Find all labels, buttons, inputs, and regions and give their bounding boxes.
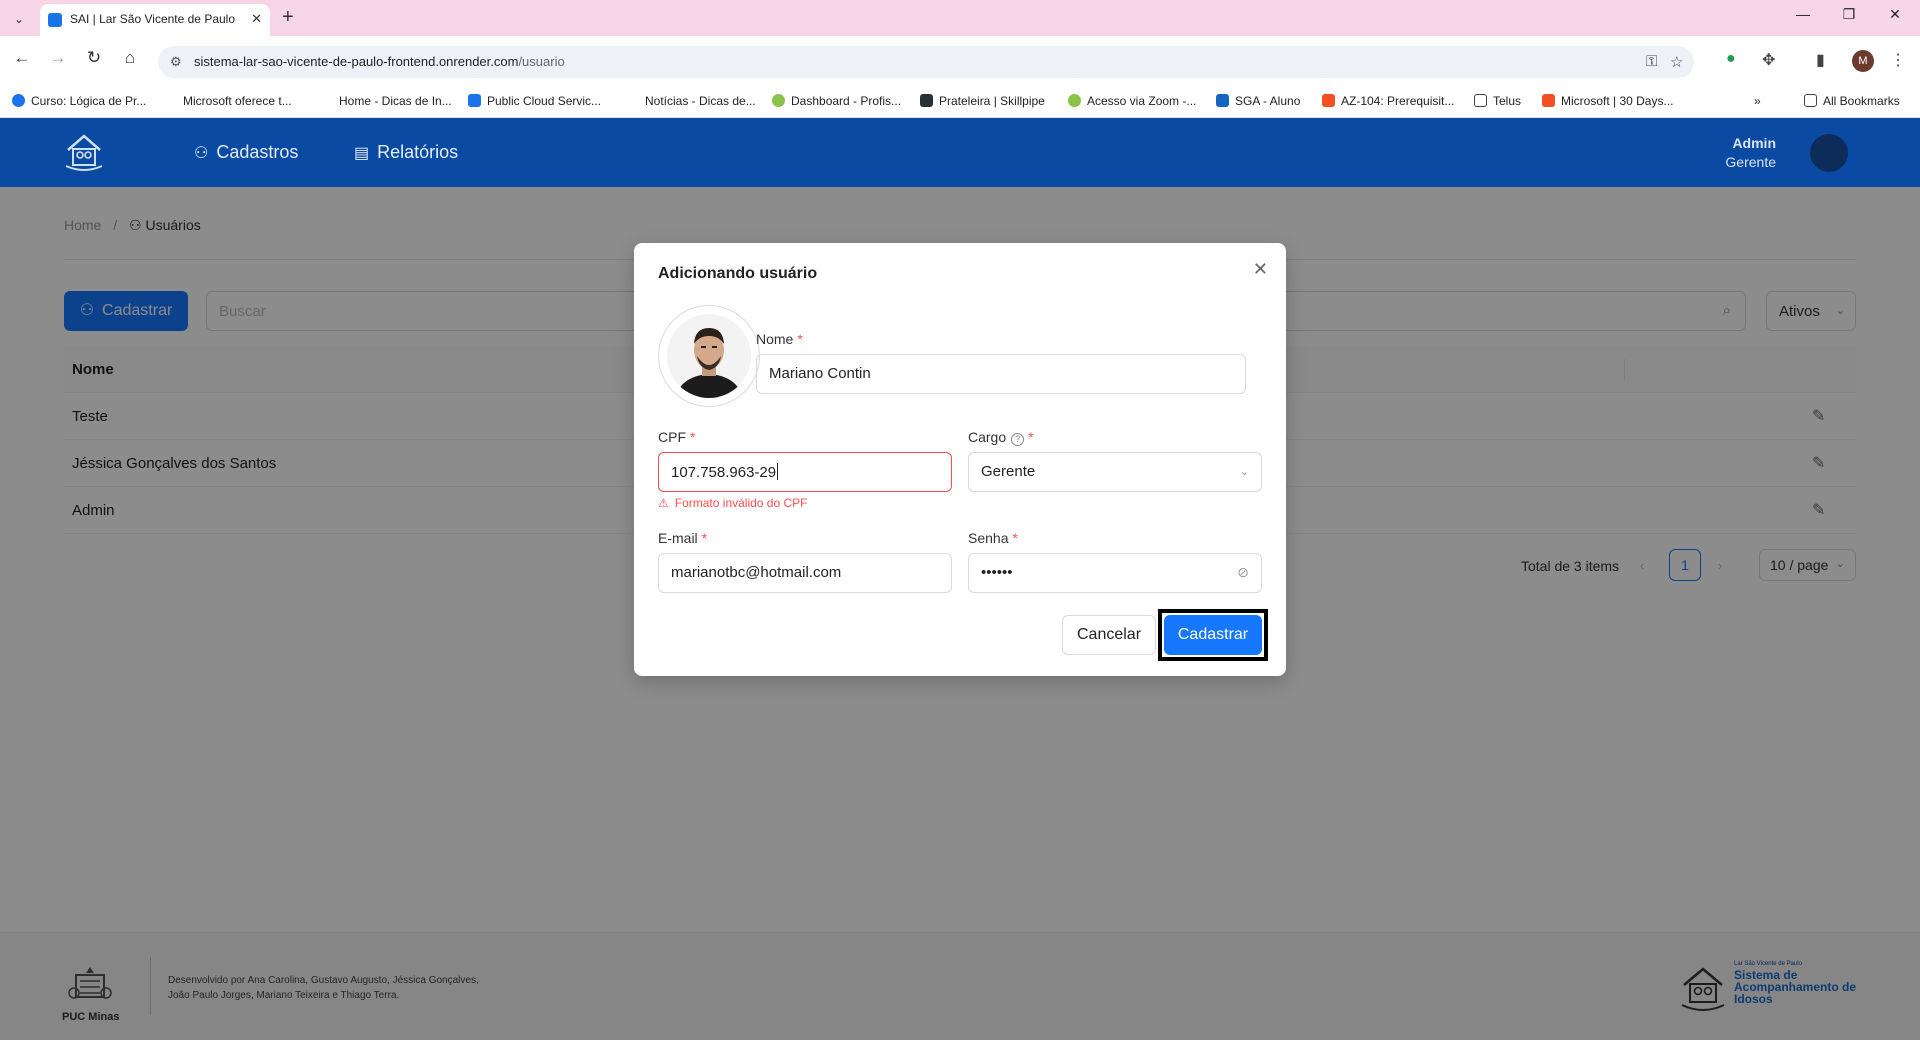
user-role: Gerente (1725, 154, 1776, 170)
menu-cadastros[interactable]: ⚇ Cadastros (194, 142, 298, 163)
url-path: /usuario (518, 54, 565, 69)
bookmark-item[interactable]: Dashboard - Profis... (772, 94, 901, 108)
url-text[interactable]: sistema-lar-sao-vicente-de-paulo-fronten… (194, 54, 565, 69)
password-key-icon[interactable]: ⚿ (1646, 53, 1657, 70)
nome-input[interactable]: Mariano Contin (756, 354, 1246, 394)
cargo-select[interactable]: Gerente ⌄ (968, 452, 1262, 492)
minimize-icon[interactable]: — (1780, 6, 1826, 22)
bookmark-favicon-icon (164, 94, 177, 107)
home-icon[interactable]: ⌂ (118, 48, 142, 68)
app-header: ⚇ Cadastros ▤ Relatórios Admin Gerente (0, 118, 1920, 187)
browser-menu-icon[interactable]: ⋮ (1890, 50, 1906, 70)
close-icon[interactable]: ✕ (1253, 259, 1268, 280)
bookmark-item[interactable]: SGA - Aluno (1216, 94, 1300, 108)
user-photo-image (667, 314, 751, 398)
address-bar: ← → ↻ ⌂ ⚙ sistema-lar-sao-vicente-de-pau… (0, 36, 1920, 86)
bookmark-favicon-icon (320, 94, 333, 107)
bookmark-favicon-icon (1068, 94, 1081, 107)
bookmark-item[interactable]: Microsoft oferece t... (164, 94, 292, 108)
file-icon: ▤ (354, 145, 370, 162)
bookmark-favicon-icon (772, 94, 785, 107)
browser-tab[interactable]: SAI | Lar São Vicente de Paulo ✕ (40, 4, 270, 36)
cpf-input[interactable]: 107.758.963-29 (658, 452, 952, 492)
bookmark-favicon-icon (1216, 94, 1229, 107)
bookmark-item[interactable]: Notícias - Dicas de... (626, 94, 756, 108)
user-avatar[interactable] (1810, 134, 1848, 172)
bookmark-item[interactable]: Curso: Lógica de Pr... (12, 94, 146, 108)
user-name: Admin (1732, 135, 1776, 151)
bookmark-favicon-icon (468, 94, 481, 107)
add-user-modal: Adicionando usuário ✕ Nome * Mariano Cont… (634, 243, 1286, 676)
cpf-value: 107.758.963-29 (671, 463, 779, 481)
bookmark-favicon-icon (1322, 94, 1335, 107)
all-bookmarks[interactable]: All Bookmarks (1804, 94, 1900, 108)
restore-icon[interactable]: ❐ (1826, 6, 1872, 23)
extensions-puzzle-icon[interactable]: ✥ (1762, 50, 1775, 70)
side-panel-icon[interactable]: ▮ (1816, 50, 1825, 70)
bookmark-favicon-icon (12, 94, 25, 107)
bookmark-item[interactable]: Public Cloud Servic... (468, 94, 601, 108)
user-photo (667, 314, 751, 398)
bookmark-item[interactable]: Acesso via Zoom -... (1068, 94, 1196, 108)
bookmark-item[interactable]: Prateleira | Skillpipe (920, 94, 1045, 108)
eye-invisible-icon[interactable]: ⊘ (1237, 564, 1249, 581)
folder-icon (1804, 94, 1817, 107)
tab-favicon-icon (48, 13, 62, 27)
bookmarks-overflow-icon[interactable]: » (1754, 94, 1761, 108)
email-value: marianotbc@hotmail.com (671, 564, 842, 581)
back-icon[interactable]: ← (10, 48, 34, 68)
email-label: E-mail * (658, 530, 708, 546)
tab-close-icon[interactable]: ✕ (251, 11, 262, 27)
question-circle-icon[interactable]: ? (1011, 433, 1025, 446)
warning-icon: ⚠ (658, 496, 669, 510)
senha-label: Senha * (968, 530, 1018, 546)
text-caret (777, 463, 779, 480)
cpf-error: ⚠ Formato inválido do CPF (658, 496, 808, 510)
cargo-label: Cargo? * (968, 429, 1034, 446)
password-field[interactable]: •••••• ⊘ (968, 553, 1262, 593)
modal-title: Adicionando usuário (658, 265, 818, 282)
bookmark-favicon-icon (920, 94, 933, 107)
cpf-label: CPF * (658, 429, 696, 445)
chevron-down-icon: ⌄ (1239, 466, 1249, 478)
nome-label: Nome * (756, 331, 803, 347)
grammarly-extension-icon[interactable]: ● (1726, 50, 1736, 68)
app-logo-icon[interactable] (62, 130, 106, 174)
bookmark-item[interactable]: Microsoft | 30 Days... (1542, 94, 1673, 108)
bookmark-item[interactable]: Telus (1474, 94, 1521, 108)
photo-upload[interactable] (658, 305, 760, 407)
url-domain: sistema-lar-sao-vicente-de-paulo-fronten… (194, 54, 519, 69)
bookmark-star-icon[interactable]: ☆ (1670, 53, 1683, 71)
cancel-button[interactable]: Cancelar (1062, 615, 1156, 655)
forward-icon[interactable]: → (46, 48, 70, 68)
tab-title: SAI | Lar São Vicente de Paulo (70, 12, 236, 26)
browser-tab-bar: ⌄ SAI | Lar São Vicente de Paulo ✕ + — ❐… (0, 0, 1920, 36)
submit-button[interactable]: Cadastrar (1164, 615, 1262, 655)
nome-value: Mariano Contin (769, 365, 871, 382)
menu-relatorios[interactable]: ▤ Relatórios (354, 142, 458, 163)
senha-value: •••••• (981, 564, 1013, 581)
bookmark-item[interactable]: Home - Dicas de In... (320, 94, 452, 108)
site-info-icon[interactable]: ⚙ (170, 54, 182, 70)
bookmark-favicon-icon (626, 94, 639, 107)
new-tab-icon[interactable]: + (282, 6, 294, 28)
bookmark-item[interactable]: AZ-104: Prerequisit... (1322, 94, 1454, 108)
omnibox[interactable]: ⚙ sistema-lar-sao-vicente-de-paulo-front… (158, 46, 1694, 78)
reload-icon[interactable]: ↻ (82, 48, 106, 68)
cargo-value: Gerente (981, 463, 1036, 480)
folder-icon (1474, 94, 1487, 107)
bookmarks-bar: Curso: Lógica de Pr... Microsoft oferece… (0, 86, 1920, 118)
email-field[interactable]: marianotbc@hotmail.com (658, 553, 952, 593)
tab-search-chevron-icon[interactable]: ⌄ (8, 8, 30, 30)
window-close-icon[interactable]: ✕ (1872, 6, 1918, 23)
profile-avatar[interactable]: M (1852, 50, 1874, 72)
user-icon: ⚇ (194, 145, 209, 162)
bookmark-favicon-icon (1542, 94, 1555, 107)
